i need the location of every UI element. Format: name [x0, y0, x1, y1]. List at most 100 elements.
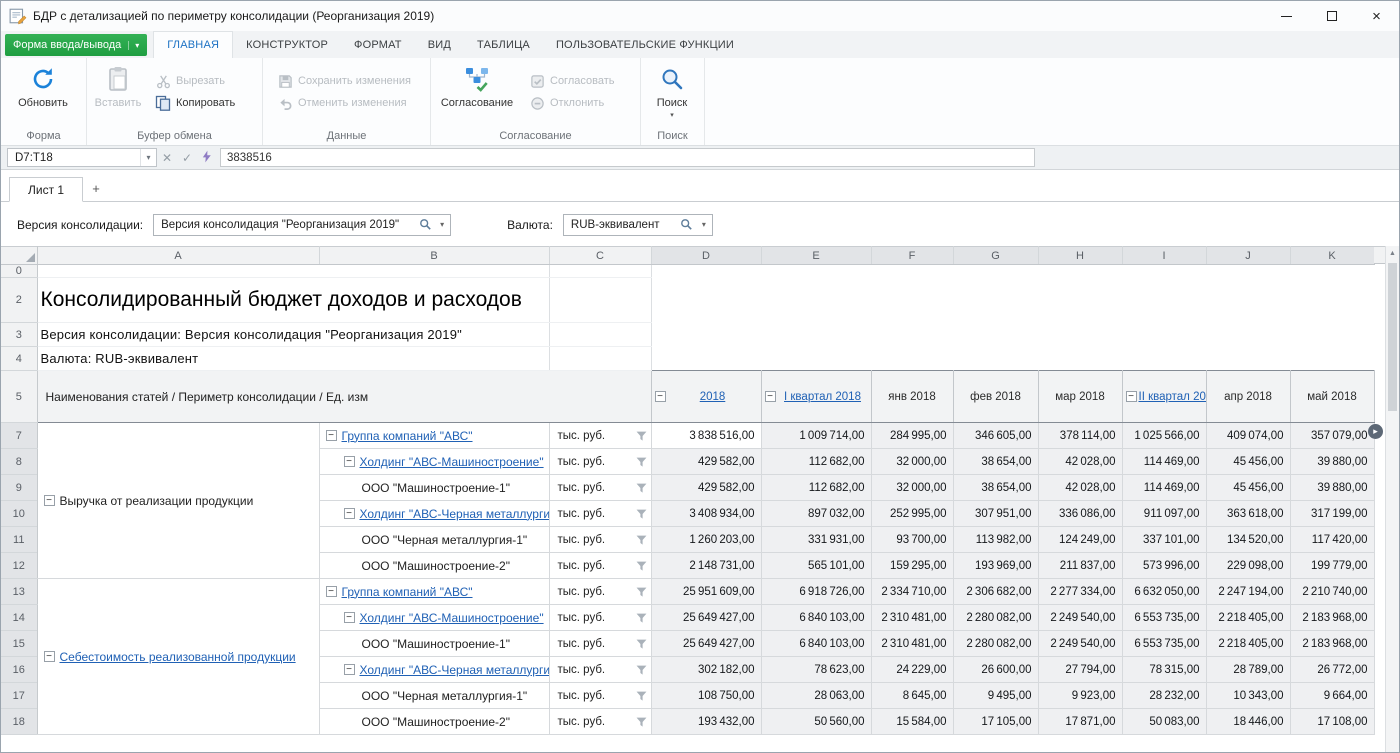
value-cell[interactable]: 45 456,00: [1206, 475, 1290, 501]
period-label[interactable]: 2018: [700, 391, 726, 403]
value-cell[interactable]: 337 101,00: [1122, 527, 1206, 553]
value-cell[interactable]: 9 923,00: [1038, 683, 1122, 709]
value-cell[interactable]: 8 645,00: [871, 683, 953, 709]
row-number[interactable]: 14: [1, 605, 37, 631]
approve-button[interactable]: Согласовать: [523, 70, 620, 92]
filter-icon[interactable]: [636, 664, 647, 675]
value-cell[interactable]: 25 649 427,00: [651, 631, 761, 657]
value-cell[interactable]: 911 097,00: [1122, 501, 1206, 527]
value-cell[interactable]: 10 343,00: [1206, 683, 1290, 709]
value-cell[interactable]: 28 789,00: [1206, 657, 1290, 683]
entity-cell[interactable]: − Холдинг "АВС-Черная металлургия": [319, 657, 549, 683]
value-cell[interactable]: 2 280 082,00: [953, 631, 1038, 657]
value-cell[interactable]: 252 995,00: [871, 501, 953, 527]
row-number[interactable]: 7: [1, 423, 37, 449]
period-header[interactable]: фев 2018: [953, 371, 1038, 423]
scrollbar-thumb[interactable]: [1388, 263, 1397, 411]
value-cell[interactable]: 24 229,00: [871, 657, 953, 683]
row-number[interactable]: 12: [1, 553, 37, 579]
filter-icon[interactable]: [636, 482, 647, 493]
entity-label[interactable]: Холдинг "АВС-Черная металлургия": [360, 507, 549, 521]
entity-label[interactable]: Холдинг "АВС-Машиностроение": [360, 455, 544, 469]
value-cell[interactable]: 17 105,00: [953, 709, 1038, 735]
value-cell[interactable]: 114 469,00: [1122, 449, 1206, 475]
row-number[interactable]: 10: [1, 501, 37, 527]
value-cell[interactable]: 9 495,00: [953, 683, 1038, 709]
entity-cell[interactable]: ООО "Машиностроение-2": [319, 709, 549, 735]
value-cell[interactable]: 897 032,00: [761, 501, 871, 527]
chevron-down-icon[interactable]: ▾: [434, 220, 450, 229]
value-cell[interactable]: 409 074,00: [1206, 423, 1290, 449]
value-cell[interactable]: 42 028,00: [1038, 475, 1122, 501]
entity-cell[interactable]: ООО "Черная металлургия-1": [319, 527, 549, 553]
value-cell[interactable]: 6 632 050,00: [1122, 579, 1206, 605]
value-cell[interactable]: 78 623,00: [761, 657, 871, 683]
value-cell[interactable]: 429 582,00: [651, 475, 761, 501]
value-cell[interactable]: 193 432,00: [651, 709, 761, 735]
copy-button[interactable]: Копировать: [149, 92, 241, 114]
scroll-up-button[interactable]: ▲: [1386, 246, 1399, 261]
value-cell[interactable]: 117 420,00: [1290, 527, 1374, 553]
column-header[interactable]: C: [549, 247, 651, 265]
sheet-tab[interactable]: Лист 1: [9, 177, 83, 202]
value-cell[interactable]: 429 582,00: [651, 449, 761, 475]
value-cell[interactable]: 113 982,00: [953, 527, 1038, 553]
filter-icon[interactable]: [636, 638, 647, 649]
tab-tablitsa[interactable]: ТАБЛИЦА: [464, 31, 543, 58]
value-cell[interactable]: 134 520,00: [1206, 527, 1290, 553]
column-header[interactable]: D: [651, 247, 761, 265]
chevron-down-icon[interactable]: ▾: [696, 220, 712, 229]
entity-label[interactable]: ООО "Черная металлургия-1": [362, 533, 528, 547]
unit-cell[interactable]: тыс. руб.: [549, 579, 651, 605]
search-button[interactable]: Поиск ▾: [641, 60, 703, 124]
entity-label[interactable]: ООО "Черная металлургия-1": [362, 689, 528, 703]
value-cell[interactable]: 6 553 735,00: [1122, 605, 1206, 631]
filter-icon[interactable]: [636, 430, 647, 441]
article-cell[interactable]: −Выручка от реализации продукции: [37, 423, 319, 579]
filter-icon[interactable]: [636, 716, 647, 727]
entity-label[interactable]: ООО "Машиностроение-2": [362, 559, 510, 573]
period-header[interactable]: апр 2018: [1206, 371, 1290, 423]
row-number[interactable]: 18: [1, 709, 37, 735]
filter-icon[interactable]: [636, 690, 647, 701]
tab-format[interactable]: ФОРМАТ: [341, 31, 415, 58]
unit-cell[interactable]: тыс. руб.: [549, 631, 651, 657]
value-cell[interactable]: 25 951 609,00: [651, 579, 761, 605]
cut-button[interactable]: Вырезать: [149, 70, 241, 92]
approval-button[interactable]: Согласование: [431, 60, 523, 124]
value-cell[interactable]: 211 837,00: [1038, 553, 1122, 579]
value-cell[interactable]: 32 000,00: [871, 475, 953, 501]
row-number[interactable]: 16: [1, 657, 37, 683]
value-cell[interactable]: 1 025 566,00: [1122, 423, 1206, 449]
collapse-icon[interactable]: −: [44, 495, 55, 506]
value-cell[interactable]: 159 295,00: [871, 553, 953, 579]
column-header[interactable]: G: [953, 247, 1038, 265]
confirm-entry-button[interactable]: ✓: [177, 148, 197, 167]
unit-cell[interactable]: тыс. руб.: [549, 527, 651, 553]
column-header[interactable]: K: [1290, 247, 1374, 265]
value-cell[interactable]: 32 000,00: [871, 449, 953, 475]
app-menu-button[interactable]: Форма ввода/вывода ▾: [5, 34, 147, 56]
value-cell[interactable]: 357 079,00: [1290, 423, 1374, 449]
value-cell[interactable]: 17 108,00: [1290, 709, 1374, 735]
entity-cell[interactable]: ООО "Машиностроение-1": [319, 631, 549, 657]
collapse-icon[interactable]: −: [655, 391, 666, 402]
entity-collapse-icon[interactable]: −: [344, 612, 355, 623]
tab-user-functions[interactable]: ПОЛЬЗОВАТЕЛЬСКИЕ ФУНКЦИИ: [543, 31, 747, 58]
tab-konstruktor[interactable]: КОНСТРУКТОР: [233, 31, 341, 58]
value-cell[interactable]: 28 063,00: [761, 683, 871, 709]
period-header[interactable]: − II квартал 2018: [1122, 371, 1206, 423]
unit-cell[interactable]: тыс. руб.: [549, 683, 651, 709]
column-header[interactable]: F: [871, 247, 953, 265]
value-cell[interactable]: 45 456,00: [1206, 449, 1290, 475]
value-cell[interactable]: 124 249,00: [1038, 527, 1122, 553]
entity-label[interactable]: Группа компаний "АВС": [342, 429, 473, 443]
value-cell[interactable]: 307 951,00: [953, 501, 1038, 527]
entity-label[interactable]: ООО "Машиностроение-2": [362, 715, 510, 729]
value-cell[interactable]: 317 199,00: [1290, 501, 1374, 527]
value-cell[interactable]: 39 880,00: [1290, 449, 1374, 475]
value-cell[interactable]: 2 306 682,00: [953, 579, 1038, 605]
article-cell[interactable]: −Себестоимость реализованной продукции: [37, 579, 319, 735]
value-cell[interactable]: 38 654,00: [953, 449, 1038, 475]
version-line[interactable]: Версия консолидации: Версия консолидация…: [37, 323, 549, 347]
